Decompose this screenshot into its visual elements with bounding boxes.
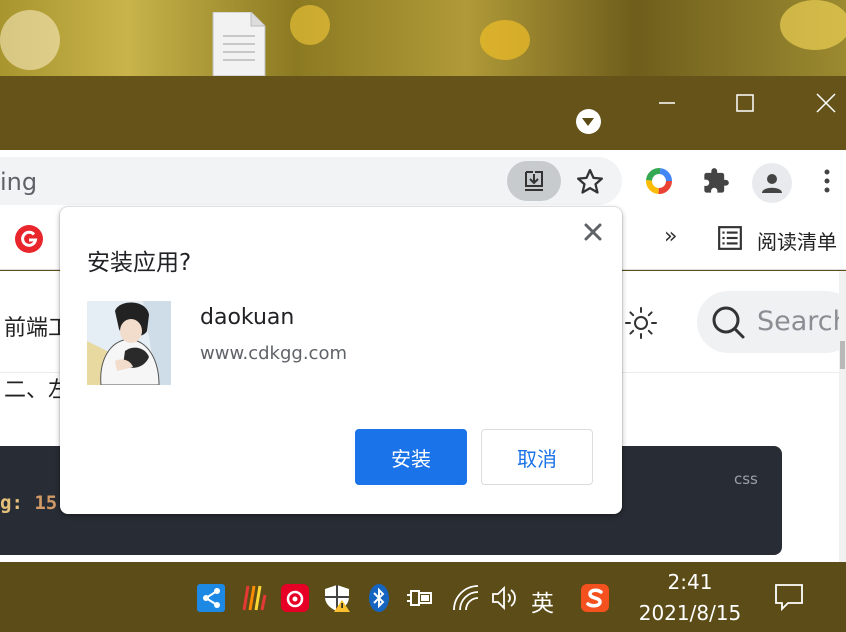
bookmark-star-icon[interactable] [575, 167, 605, 197]
page-scrollbar[interactable] [839, 271, 846, 562]
scrollbar-thumb[interactable] [840, 341, 845, 369]
install-app-dialog: 安装应用? daokuan www.cdkgg.com 安装 取消 [60, 207, 622, 514]
volume-tray-icon[interactable] [489, 583, 519, 613]
bookmarks-overflow-button[interactable]: » [664, 224, 677, 249]
app-stripes-tray-icon[interactable] [238, 583, 268, 613]
theme-toggle-sun-icon[interactable] [624, 306, 658, 340]
bookmark-site-icon[interactable] [14, 224, 44, 254]
maximize-icon[interactable] [723, 88, 767, 118]
install-icon [525, 171, 543, 191]
desktop-wallpaper [0, 0, 846, 76]
dialog-title: 安装应用? [87, 250, 192, 276]
reading-list-label[interactable]: 阅读清单 [757, 226, 837, 255]
app-url: www.cdkgg.com [200, 343, 347, 364]
search-placeholder: Search [757, 306, 846, 337]
file-icon[interactable] [211, 12, 267, 76]
code-language-label: css [734, 470, 758, 488]
wifi-tray-icon[interactable] [451, 583, 481, 613]
reading-list-icon[interactable] [717, 225, 743, 251]
network-share-tray-icon[interactable] [196, 583, 226, 613]
extensions-puzzle-icon[interactable] [702, 167, 730, 195]
cancel-button[interactable]: 取消 [481, 429, 593, 485]
sogou-input-tray-icon[interactable] [580, 583, 610, 613]
color-extension-icon[interactable] [644, 166, 674, 196]
profile-icon [762, 174, 782, 193]
app-icon-avatar [87, 301, 171, 385]
security-shield-tray-icon[interactable] [322, 583, 352, 613]
netease-music-tray-icon[interactable] [280, 583, 310, 613]
taskbar-clock-date[interactable]: 2021/8/15 [632, 601, 748, 625]
close-window-icon[interactable] [804, 88, 846, 118]
code-value: 15 [34, 492, 58, 514]
menu-more-icon[interactable] [815, 166, 839, 196]
code-prop: g: [0, 492, 23, 514]
code-line: g: 15 [0, 492, 57, 514]
search-icon [712, 306, 745, 339]
close-icon[interactable] [581, 220, 605, 244]
app-name: daokuan [200, 305, 295, 330]
install-app-button[interactable] [507, 161, 561, 201]
address-text: ing [0, 168, 38, 196]
taskbar-clock-time[interactable]: 2:41 [640, 570, 740, 594]
ime-language-indicator[interactable]: 英 [531, 584, 554, 618]
tab-search-dropdown-icon[interactable] [576, 109, 601, 134]
notification-center-icon[interactable] [774, 582, 804, 612]
install-button[interactable]: 安装 [355, 429, 467, 485]
minimize-icon[interactable] [645, 88, 689, 118]
app-avatar-illustration-icon [87, 301, 171, 385]
bluetooth-tray-icon[interactable] [364, 583, 394, 613]
power-plug-tray-icon[interactable] [405, 583, 435, 613]
browser-titlebar [0, 76, 846, 150]
profile-avatar-button[interactable] [752, 163, 792, 203]
